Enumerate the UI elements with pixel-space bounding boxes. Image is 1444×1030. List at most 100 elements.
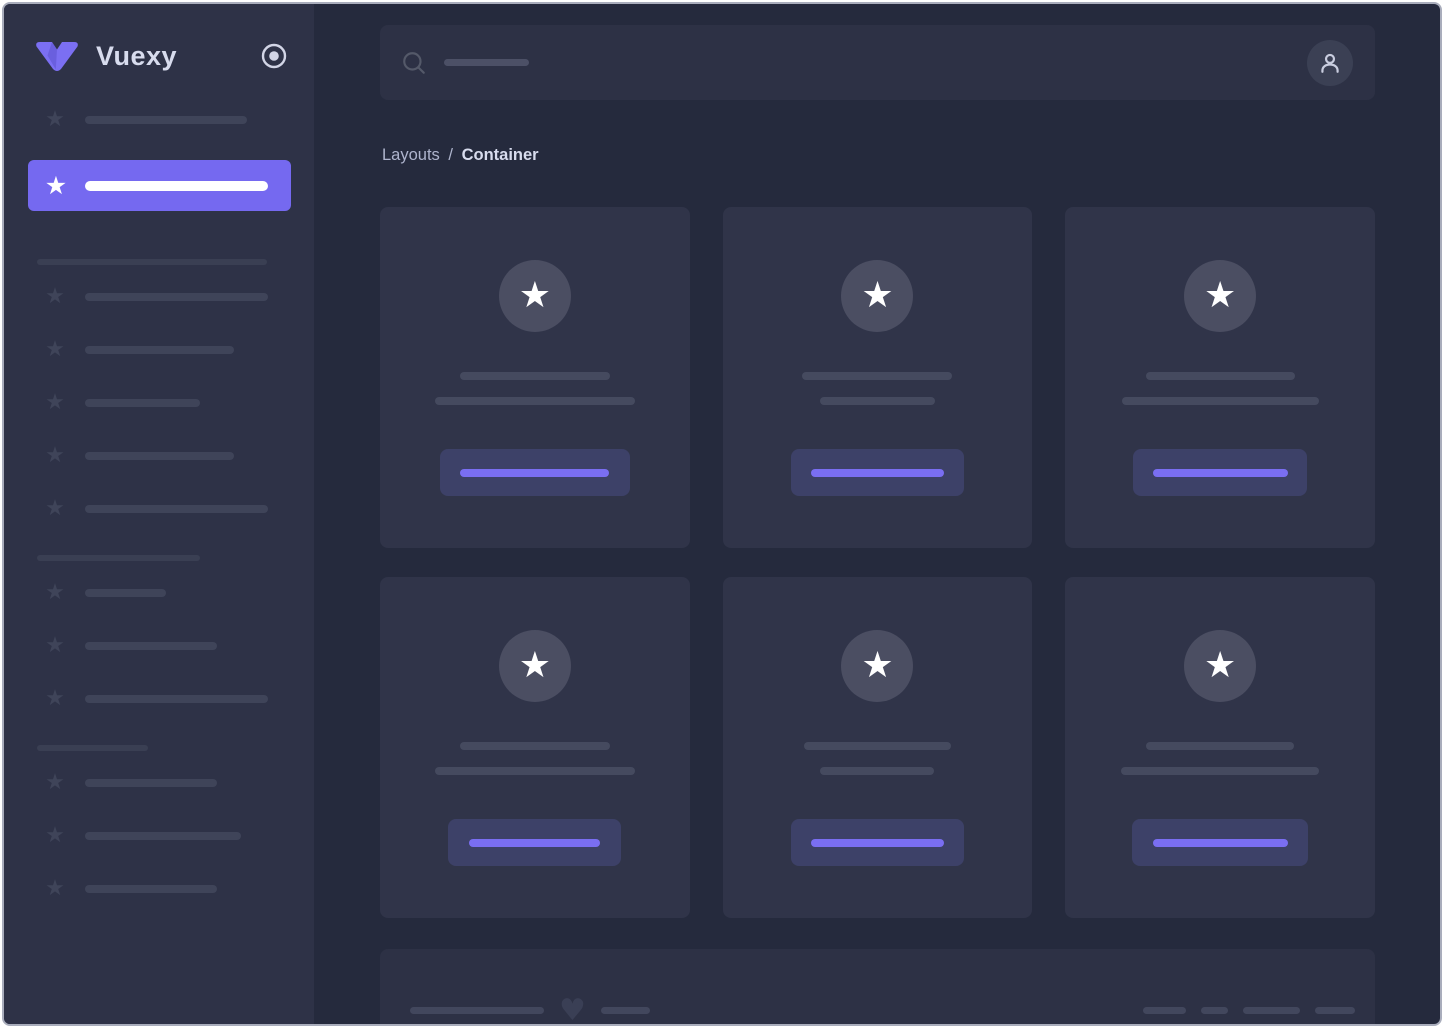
breadcrumb: Layouts / Container bbox=[382, 145, 1440, 165]
star-icon: ★ bbox=[45, 770, 65, 795]
sidebar-item[interactable]: ★ bbox=[4, 686, 314, 712]
menu-label-placeholder bbox=[85, 505, 268, 513]
card-button[interactable] bbox=[1132, 819, 1309, 866]
sidebar-item[interactable]: ★ bbox=[4, 496, 314, 522]
footer-link-placeholder[interactable] bbox=[1315, 1007, 1355, 1014]
breadcrumb-parent[interactable]: Layouts bbox=[382, 146, 440, 164]
card-avatar: ★ bbox=[1184, 260, 1257, 332]
footer-link-placeholder[interactable] bbox=[1243, 1007, 1300, 1014]
menu-label-placeholder bbox=[85, 293, 268, 301]
sidebar-nav: ★ ★ ★ ★ ★ ★ ★ ★ ★ ★ ★ ★ ★ bbox=[4, 107, 314, 902]
card-subtitle-placeholder bbox=[820, 767, 935, 775]
app-window: Vuexy ★ ★ ★ ★ ★ ★ ★ ★ ★ ★ ★ ★ ★ Layouts … bbox=[2, 2, 1442, 1026]
footer-card: ♥ bbox=[380, 949, 1375, 1026]
card-title-placeholder bbox=[459, 372, 610, 380]
sidebar-item[interactable]: ★ bbox=[4, 823, 314, 849]
search-placeholder bbox=[444, 59, 529, 66]
search-bar[interactable] bbox=[380, 25, 1375, 100]
menu-label-placeholder bbox=[85, 589, 166, 597]
card-button[interactable] bbox=[790, 449, 964, 496]
section-label-placeholder bbox=[37, 745, 148, 751]
star-icon: ★ bbox=[45, 337, 65, 362]
card-button[interactable] bbox=[439, 449, 630, 496]
demo-card: ★ bbox=[380, 577, 690, 918]
card-subtitle-placeholder bbox=[1121, 767, 1320, 775]
demo-card: ★ bbox=[722, 207, 1033, 548]
star-icon: ★ bbox=[1204, 275, 1237, 316]
sidebar-item[interactable]: ★ bbox=[4, 284, 314, 310]
sidebar-item[interactable]: ★ bbox=[4, 770, 314, 796]
menu-label-placeholder bbox=[85, 180, 268, 191]
card-avatar: ★ bbox=[841, 630, 914, 702]
card-button[interactable] bbox=[448, 819, 622, 866]
card-avatar: ★ bbox=[1184, 630, 1257, 702]
star-icon: ★ bbox=[1204, 645, 1237, 686]
footer-link-placeholder[interactable] bbox=[1143, 1007, 1186, 1014]
star-icon: ★ bbox=[861, 645, 894, 686]
card-title-placeholder bbox=[802, 372, 953, 380]
card-title-placeholder bbox=[1146, 742, 1295, 750]
footer-row: ♥ bbox=[410, 992, 1355, 1026]
card-subtitle-placeholder bbox=[1121, 397, 1319, 405]
sidebar-item[interactable]: ★ bbox=[4, 633, 314, 659]
button-label-placeholder bbox=[1152, 838, 1288, 847]
menu-label-placeholder bbox=[85, 642, 217, 650]
heart-icon: ♥ bbox=[559, 992, 586, 1026]
breadcrumb-separator: / bbox=[448, 146, 453, 164]
sidebar-item[interactable]: ★ bbox=[4, 876, 314, 902]
star-icon: ★ bbox=[518, 275, 551, 316]
footer-links-group bbox=[1143, 1007, 1355, 1014]
card-avatar: ★ bbox=[498, 260, 571, 332]
demo-card: ★ bbox=[380, 207, 690, 548]
button-label-placeholder bbox=[1152, 468, 1288, 477]
sidebar-item[interactable]: ★ bbox=[4, 443, 314, 469]
demo-card: ★ bbox=[1065, 207, 1375, 548]
footer-left-group: ♥ bbox=[410, 992, 650, 1026]
demo-card: ★ bbox=[1065, 577, 1375, 918]
section-label-placeholder bbox=[37, 259, 267, 265]
card-title-placeholder bbox=[1145, 372, 1295, 380]
button-label-placeholder bbox=[460, 468, 610, 477]
star-icon: ★ bbox=[45, 390, 65, 415]
person-icon bbox=[1321, 53, 1339, 73]
section-label-placeholder bbox=[37, 555, 200, 561]
breadcrumb-current: Container bbox=[461, 146, 539, 164]
demo-card: ★ bbox=[722, 577, 1033, 918]
card-button[interactable] bbox=[1133, 449, 1308, 496]
vuexy-logo-icon bbox=[34, 40, 80, 72]
card-grid: ★ ★ ★ ★ ★ ★ bbox=[380, 207, 1375, 918]
sidebar-item[interactable]: ★ bbox=[4, 390, 314, 416]
card-subtitle-placeholder bbox=[434, 767, 635, 775]
sidebar-item-active[interactable]: ★ bbox=[28, 160, 291, 211]
star-icon: ★ bbox=[45, 580, 65, 605]
card-button[interactable] bbox=[790, 819, 964, 866]
sidebar-item[interactable]: ★ bbox=[4, 580, 314, 606]
card-subtitle-placeholder bbox=[434, 397, 635, 405]
menu-label-placeholder bbox=[85, 452, 234, 460]
user-avatar-button[interactable] bbox=[1307, 39, 1353, 86]
button-label-placeholder bbox=[469, 838, 601, 847]
star-icon: ★ bbox=[45, 633, 65, 658]
star-icon: ★ bbox=[518, 645, 551, 686]
menu-label-placeholder bbox=[85, 399, 200, 407]
sidebar-item[interactable]: ★ bbox=[4, 107, 314, 133]
menu-pin-toggle-icon[interactable] bbox=[260, 42, 288, 70]
star-icon: ★ bbox=[45, 496, 65, 521]
card-title-placeholder bbox=[803, 742, 951, 750]
menu-label-placeholder bbox=[85, 779, 217, 787]
card-avatar: ★ bbox=[841, 260, 914, 332]
menu-label-placeholder bbox=[85, 695, 268, 703]
sidebar-item[interactable]: ★ bbox=[4, 337, 314, 363]
menu-label-placeholder bbox=[85, 832, 241, 840]
button-label-placeholder bbox=[810, 468, 944, 477]
brand: Vuexy bbox=[4, 4, 314, 72]
menu-label-placeholder bbox=[85, 346, 234, 354]
brand-title: Vuexy bbox=[96, 40, 178, 71]
card-subtitle-placeholder bbox=[819, 397, 935, 405]
star-icon: ★ bbox=[45, 686, 65, 711]
sidebar: Vuexy ★ ★ ★ ★ ★ ★ ★ ★ ★ ★ ★ ★ ★ bbox=[4, 4, 314, 1024]
footer-link-placeholder[interactable] bbox=[1201, 1007, 1228, 1014]
star-icon: ★ bbox=[45, 876, 65, 901]
footer-text-placeholder bbox=[410, 1007, 544, 1014]
footer-text-placeholder bbox=[600, 1007, 650, 1014]
